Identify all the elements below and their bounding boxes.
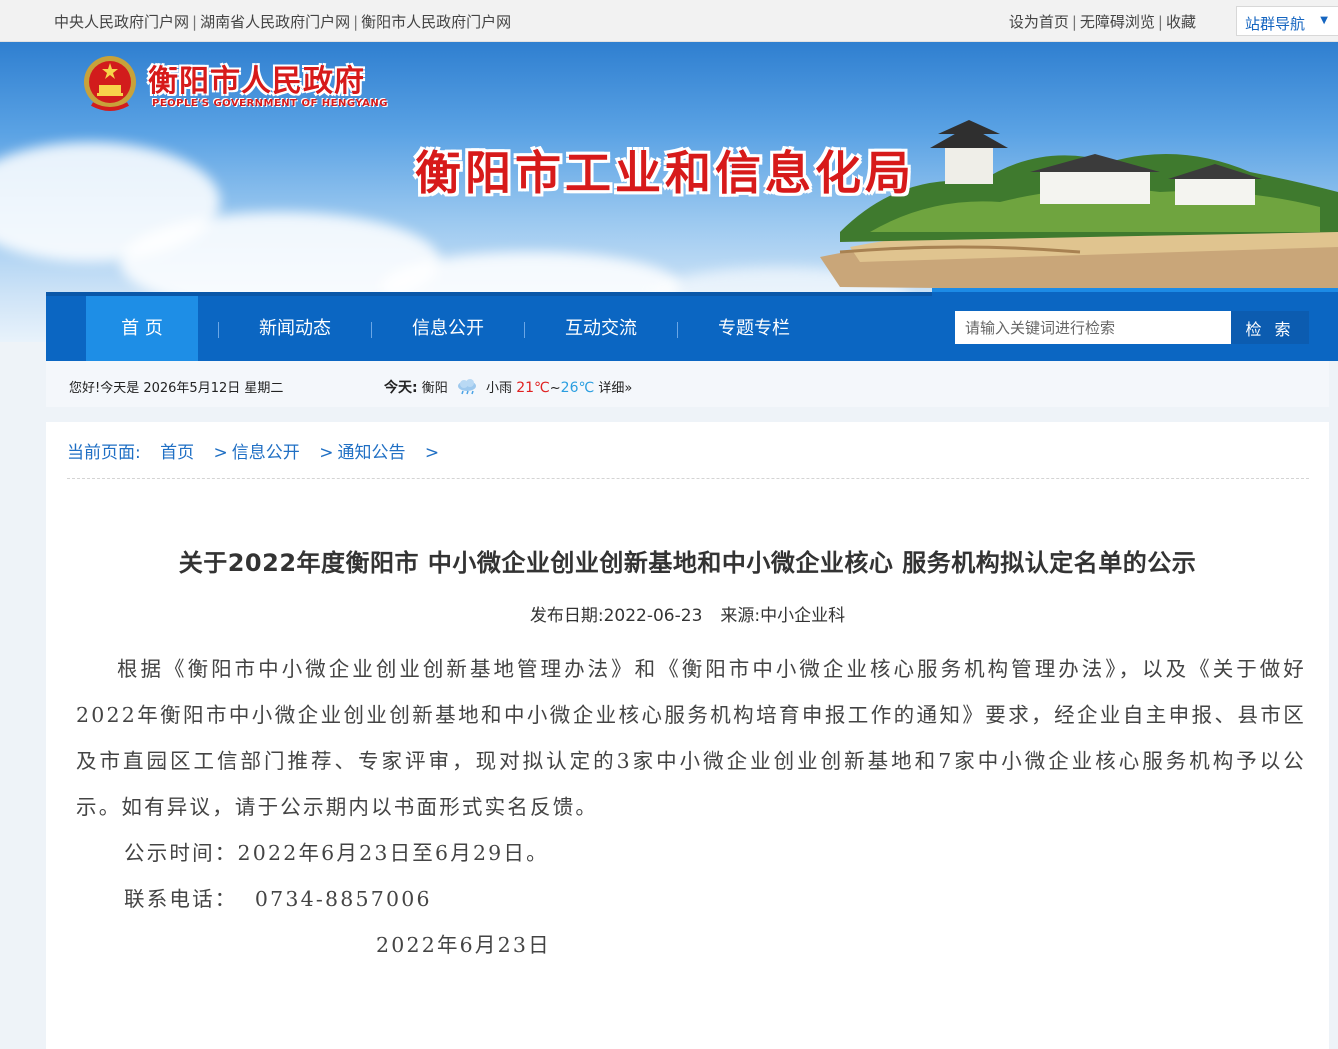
bookmark-link[interactable]: 收藏 — [1166, 13, 1196, 31]
set-homepage-link[interactable]: 设为首页 — [1009, 13, 1069, 31]
today-date: 您好!今天是 2026年5月12日 星期二 — [69, 381, 284, 396]
article-paragraph: 根据《衡阳市中小微企业创业创新基地管理办法》和《衡阳市中小微企业核心服务机构管理… — [76, 657, 1306, 819]
breadcrumb-separator: > — [319, 443, 334, 463]
nav-item-news[interactable]: 新闻动态 — [239, 296, 351, 361]
nav-divider — [677, 322, 678, 338]
signature-date: 2022年6月23日 — [376, 933, 551, 957]
national-emblem-icon — [84, 56, 136, 111]
gov-title: 衡阳市人民政府 — [148, 64, 365, 99]
weather-widget: 今天: 衡阳 小雨 21℃~26℃ 详细» — [384, 377, 632, 397]
link-hunan-gov[interactable]: 湖南省人民政府门户网 — [200, 13, 350, 31]
article-title: 关于2022年度衡阳市 中小微企业创业创新基地和中小微企业核心 服务机构拟认定名… — [178, 549, 1197, 577]
weather-city: 衡阳 — [421, 381, 448, 396]
weather-detail-link[interactable]: 详细» — [598, 381, 632, 396]
nav-divider — [524, 322, 525, 338]
contact-phone: 联系电话： 0734-8857006 — [124, 887, 432, 911]
article-body: 根据《衡阳市中小微企业创业创新基地管理办法》和《衡阳市中小微企业核心服务机构管理… — [76, 646, 1306, 968]
nav-item-info-disclosure[interactable]: 信息公开 — [392, 296, 504, 361]
breadcrumb-separator: > — [213, 443, 228, 463]
link-central-gov[interactable]: 中央人民政府门户网 — [54, 13, 189, 31]
divider — [67, 478, 1309, 479]
accessibility-link[interactable]: 无障碍浏览 — [1080, 13, 1155, 31]
external-links: 中央人民政府门户网 | 湖南省人民政府门户网 | 衡阳市人民政府门户网 — [54, 13, 512, 31]
top-utility-bar: 中央人民政府门户网 | 湖南省人民政府门户网 | 衡阳市人民政府门户网 设为首页 | 无障碍… — [0, 0, 1338, 42]
content-panel: 当前页面: 首页 > 信息公开 > 通知公告 > 关于2022年度衡阳市 中小微企业… — [46, 422, 1329, 1049]
temp-separator: ~ — [549, 381, 561, 396]
utility-links: 设为首页 | 无障碍浏览 | 收藏 — [1008, 13, 1196, 31]
nav-divider — [218, 322, 219, 338]
nav-item-interaction[interactable]: 互动交流 — [545, 296, 657, 361]
gov-subtitle: PEOPLE'S GOVERNMENT OF HENGYANG — [152, 98, 388, 109]
search-button[interactable]: 检 索 — [1231, 311, 1309, 344]
nav-item-topics[interactable]: 专题专栏 — [698, 296, 810, 361]
main-nav: 首 页 新闻动态 信息公开 互动交流 专题专栏 — [46, 292, 936, 361]
temp-high: 26℃ — [560, 380, 595, 396]
publish-date: 2022-06-23 — [603, 606, 703, 626]
info-bar: 您好!今天是 2026年5月12日 星期二 今天: 衡阳 小雨 21℃~26℃ … — [46, 361, 1329, 407]
breadcrumb-separator: > — [424, 443, 440, 463]
site-nav-button[interactable]: 站群导航 ▼ — [1236, 6, 1338, 36]
weather-today-label: 今天: — [384, 380, 418, 396]
breadcrumb-notices[interactable]: 通知公告 — [337, 443, 405, 463]
breadcrumb-info-disclosure[interactable]: 信息公开 — [232, 443, 300, 463]
search-box: 检 索 — [932, 288, 1338, 361]
chevron-down-icon: ▼ — [1320, 15, 1328, 26]
announcement-period: 公示时间：2022年6月23日至6月29日。 — [124, 841, 549, 865]
bureau-title: 衡阳市工业和信息化局 — [415, 146, 915, 200]
source-label: 来源: — [720, 606, 761, 626]
nav-item-home[interactable]: 首 页 — [86, 296, 198, 361]
breadcrumb-home[interactable]: 首页 — [160, 443, 194, 463]
search-input[interactable] — [955, 311, 1231, 344]
site-nav-label: 站群导航 — [1245, 15, 1306, 33]
link-hengyang-gov[interactable]: 衡阳市人民政府门户网 — [361, 13, 511, 31]
nav-divider — [371, 322, 372, 338]
publish-date-label: 发布日期: — [529, 606, 604, 626]
weather-condition: 小雨 — [486, 381, 513, 396]
rain-cloud-icon — [457, 379, 476, 395]
breadcrumb: 当前页面: 首页 > 信息公开 > 通知公告 > — [67, 438, 443, 463]
breadcrumb-label: 当前页面: — [67, 443, 141, 463]
source: 中小企业科 — [760, 606, 846, 626]
temp-low: 21℃ — [516, 380, 550, 396]
article-meta: 发布日期:2022-06-23 来源:中小企业科 — [46, 601, 1329, 626]
